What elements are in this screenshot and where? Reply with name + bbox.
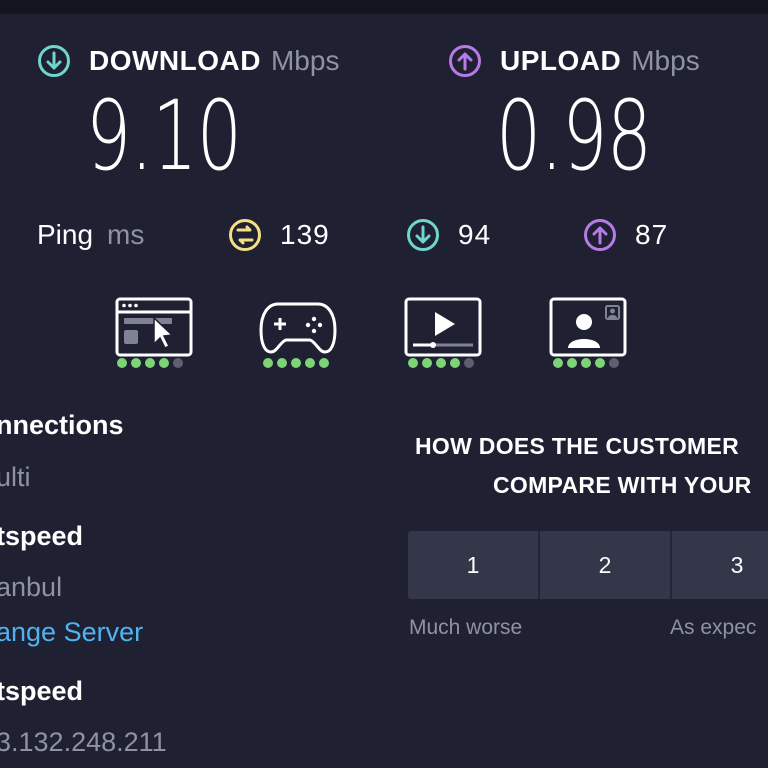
ping-idle-value: 139 [280,219,330,250]
download-label: DOWNLOAD [89,45,261,76]
gaming-rating [263,358,329,368]
provider-title: tspeed [0,676,84,706]
ip-address: 3.132.248.211 [0,727,167,757]
rating-option-1[interactable]: 1 [408,531,540,599]
arrow-up-circle-icon [449,45,481,77]
ping-upload: 87 [583,215,668,255]
rating-dot-filled [553,358,563,368]
latency-icon [229,219,261,251]
server-location: anbul [0,572,63,602]
ping-idle: 139 [228,215,330,255]
rating-dot-empty [173,358,183,368]
server-title: tspeed [0,521,84,551]
upload-speed-value: 0.98 [496,80,652,192]
rating-dot-filled [117,358,127,368]
rating-dot-filled [581,358,591,368]
video-streaming-rating [408,358,474,368]
arrow-down-circle-icon [407,219,439,251]
download-unit: Mbps [270,45,340,76]
video-call-icon [549,297,627,357]
rating-caption-mid: As expec [670,616,757,639]
rating-dot-filled [131,358,141,368]
video-call-rating [553,358,619,368]
download-speed-value: 9.10 [86,80,242,192]
ping-label-group: Ping ms [37,215,144,255]
rating-dot-filled [436,358,446,368]
speedtest-results-panel: DOWNLOAD Mbps 9.10 UPLOAD Mbps 0.98 Ping… [0,0,768,768]
upload-header: UPLOAD Mbps [448,41,700,81]
rating-option-3[interactable]: 3 [672,531,768,599]
rating-dot-empty [464,358,474,368]
web-browsing-icon [115,297,193,357]
connections-value: ulti [0,462,31,492]
ping-download: 94 [406,215,491,255]
ping-unit: ms [107,219,145,250]
upload-label: UPLOAD [500,45,622,76]
survey-rating-scale: 1 2 3 [408,531,768,599]
survey-question-line2: COMPARE WITH YOUR [493,472,752,498]
rating-dot-filled [291,358,301,368]
rating-dot-filled [277,358,287,368]
rating-dot-filled [450,358,460,368]
survey-question-line1: HOW DOES THE CUSTOMER [415,433,740,459]
rating-caption-low: Much worse [409,616,523,639]
rating-dot-filled [319,358,329,368]
web-browsing-rating [117,358,183,368]
rating-dot-filled [595,358,605,368]
arrow-down-circle-icon [38,45,70,77]
rating-dot-filled [305,358,315,368]
ping-upload-value: 87 [635,219,669,250]
download-header: DOWNLOAD Mbps [37,41,339,81]
rating-dot-filled [263,358,273,368]
rating-dot-filled [422,358,432,368]
rating-dot-filled [408,358,418,368]
gamepad-icon [259,302,337,354]
rating-dot-filled [159,358,169,368]
change-server-link[interactable]: ange Server [0,617,143,648]
rating-dot-empty [609,358,619,368]
arrow-up-circle-icon [584,219,616,251]
rating-dot-filled [145,358,155,368]
rating-option-2[interactable]: 2 [540,531,672,599]
ping-download-value: 94 [458,219,492,250]
video-streaming-icon [404,297,482,357]
rating-dot-filled [567,358,577,368]
connections-title: nnections [0,410,124,440]
ping-label: Ping [37,219,94,250]
upload-unit: Mbps [631,45,700,76]
top-bar [0,0,768,14]
